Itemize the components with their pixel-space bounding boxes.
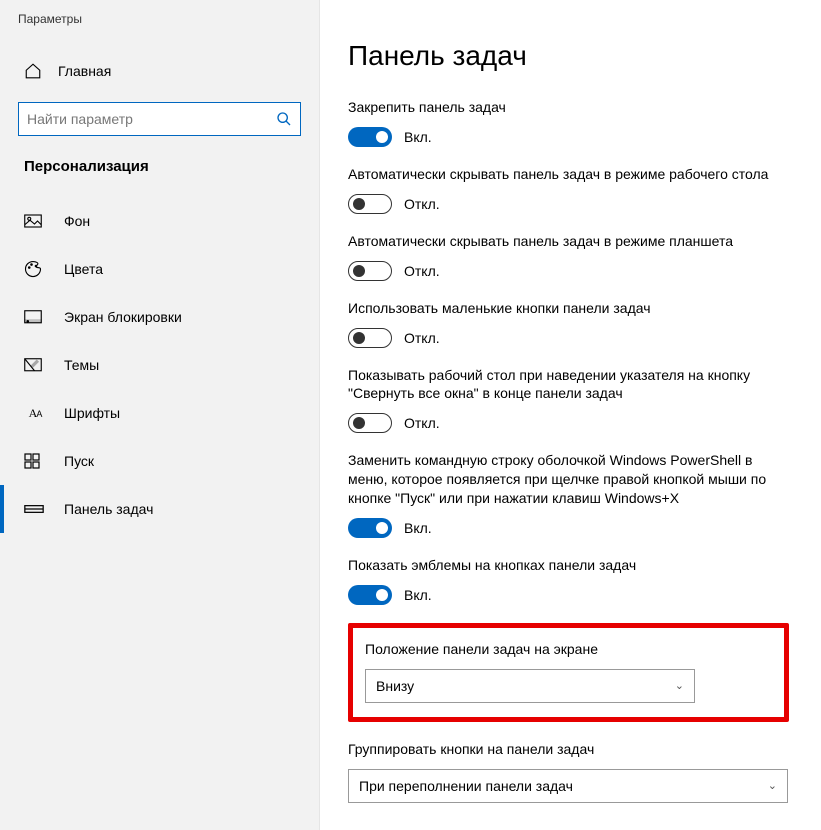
taskbar-position-dropdown[interactable]: Внизу ⌄: [365, 669, 695, 703]
toggle-autohide-desktop[interactable]: [348, 194, 392, 214]
sidebar-item-lockscreen[interactable]: Экран блокировки: [0, 293, 319, 341]
toggle-autohide-tablet[interactable]: [348, 261, 392, 281]
setting-badges: Показать эмблемы на кнопках панели задач…: [348, 556, 789, 605]
start-icon: [24, 453, 46, 469]
picture-icon: [24, 214, 46, 228]
chevron-down-icon: ⌄: [768, 779, 777, 792]
category-heading: Персонализация: [0, 136, 319, 185]
toggle-state-label: Вкл.: [404, 587, 432, 603]
toggle-peek-desktop[interactable]: [348, 413, 392, 433]
taskbar-icon: [24, 504, 46, 514]
fonts-icon: AA: [24, 406, 46, 421]
sidebar-item-themes[interactable]: Темы: [0, 341, 319, 389]
sidebar-item-fonts[interactable]: AA Шрифты: [0, 389, 319, 437]
dropdown-value: Внизу: [376, 678, 414, 694]
sidebar-item-label: Панель задач: [64, 501, 153, 517]
toggle-state-label: Откл.: [404, 263, 440, 279]
home-label: Главная: [58, 63, 111, 79]
sidebar-item-start[interactable]: Пуск: [0, 437, 319, 485]
themes-icon: [24, 358, 46, 373]
setting-label: Автоматически скрывать панель задач в ре…: [348, 165, 789, 184]
toggle-lock-taskbar[interactable]: [348, 127, 392, 147]
palette-icon: [24, 260, 46, 278]
search-input[interactable]: [18, 102, 301, 136]
search-icon: [276, 111, 292, 127]
sidebar-item-taskbar[interactable]: Панель задач: [0, 485, 319, 533]
setting-label: Использовать маленькие кнопки панели зад…: [348, 299, 789, 318]
setting-label: Заменить командную строку оболочкой Wind…: [348, 451, 789, 508]
setting-label: Показывать рабочий стол при наведении ук…: [348, 366, 789, 404]
highlighted-setting: Положение панели задач на экране Внизу ⌄: [348, 623, 789, 722]
setting-autohide-tablet: Автоматически скрывать панель задач в ре…: [348, 232, 789, 281]
combine-buttons-dropdown[interactable]: При переполнении панели задач ⌄: [348, 769, 788, 803]
home-icon: [24, 62, 42, 80]
setting-label: Закрепить панель задач: [348, 98, 789, 117]
toggle-powershell[interactable]: [348, 518, 392, 538]
toggle-state-label: Вкл.: [404, 520, 432, 536]
sidebar-item-label: Цвета: [64, 261, 103, 277]
sidebar-item-label: Шрифты: [64, 405, 120, 421]
main-content: Панель задач Закрепить панель задач Вкл.…: [320, 0, 821, 830]
search-container: [18, 102, 301, 136]
sidebar-item-background[interactable]: Фон: [0, 197, 319, 245]
sidebar-item-colors[interactable]: Цвета: [0, 245, 319, 293]
toggle-small-buttons[interactable]: [348, 328, 392, 348]
setting-lock-taskbar: Закрепить панель задач Вкл.: [348, 98, 789, 147]
setting-small-buttons: Использовать маленькие кнопки панели зад…: [348, 299, 789, 348]
setting-autohide-desktop: Автоматически скрывать панель задач в ре…: [348, 165, 789, 214]
nav-list: Фон Цвета Экран блокировки Темы AA Шрифт…: [0, 197, 319, 533]
sidebar-item-label: Пуск: [64, 453, 94, 469]
toggle-state-label: Вкл.: [404, 129, 432, 145]
sidebar: Параметры Главная Персонализация Фон Цве…: [0, 0, 320, 830]
setting-label: Положение панели задач на экране: [365, 640, 772, 659]
toggle-state-label: Откл.: [404, 330, 440, 346]
chevron-down-icon: ⌄: [675, 679, 684, 692]
page-title: Панель задач: [348, 40, 789, 72]
toggle-badges[interactable]: [348, 585, 392, 605]
sidebar-item-label: Фон: [64, 213, 90, 229]
sidebar-item-label: Экран блокировки: [64, 309, 182, 325]
setting-label: Группировать кнопки на панели задач: [348, 740, 789, 759]
setting-label: Показать эмблемы на кнопках панели задач: [348, 556, 789, 575]
setting-peek-desktop: Показывать рабочий стол при наведении ук…: [348, 366, 789, 434]
search-field[interactable]: [27, 111, 276, 127]
toggle-state-label: Откл.: [404, 415, 440, 431]
dropdown-value: При переполнении панели задач: [359, 778, 573, 794]
setting-combine-buttons: Группировать кнопки на панели задач При …: [348, 740, 789, 803]
window-title: Параметры: [0, 0, 319, 30]
setting-label: Автоматически скрывать панель задач в ре…: [348, 232, 789, 251]
toggle-state-label: Откл.: [404, 196, 440, 212]
lockscreen-icon: [24, 310, 46, 325]
setting-powershell: Заменить командную строку оболочкой Wind…: [348, 451, 789, 538]
home-nav[interactable]: Главная: [0, 54, 319, 88]
sidebar-item-label: Темы: [64, 357, 99, 373]
